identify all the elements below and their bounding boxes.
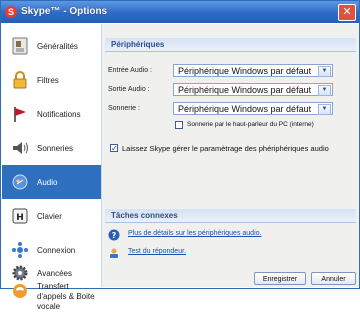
- sidebar-item-audio[interactable]: Audio: [2, 165, 101, 199]
- sidebar-item-label: Transfert d'appels & Boite vocale: [37, 282, 95, 311]
- flag-icon: [14, 107, 26, 122]
- general-settings-icon: [12, 37, 28, 55]
- sidebar-item-label: Connexion: [37, 246, 76, 255]
- auto-configure-checkbox[interactable]: ✓: [110, 144, 118, 153]
- audio-icon: [12, 174, 28, 190]
- sidebar-item-label: Notifications: [37, 110, 81, 119]
- audio-input-select[interactable]: Périphérique Windows par défaut ▼: [173, 64, 333, 77]
- options-window: S Skype™ - Options ✕ Généralités Filtres…: [0, 0, 360, 311]
- voicemail-test-link[interactable]: Test du répondeur.: [128, 248, 186, 255]
- chevron-down-icon[interactable]: ▼: [318, 85, 331, 96]
- keyboard-icon: H: [12, 208, 28, 224]
- audio-output-select[interactable]: Périphérique Windows par défaut ▼: [173, 83, 333, 96]
- sidebar-item-notifications[interactable]: Notifications: [2, 97, 101, 131]
- title-bar[interactable]: S Skype™ - Options ✕: [1, 1, 359, 23]
- sidebar-item-label: Sonneries: [37, 144, 74, 153]
- section-header-peripherals: Périphériques: [105, 38, 356, 52]
- close-button[interactable]: ✕: [338, 4, 356, 21]
- audio-input-label: Entrée Audio :: [108, 67, 152, 74]
- audio-settings-panel: Périphériques Entrée Audio : Périphériqu…: [102, 24, 359, 287]
- sidebar-item-general[interactable]: Généralités: [2, 29, 101, 63]
- sidebar-item-label: Généralités: [37, 42, 78, 51]
- svg-text:?: ?: [112, 231, 117, 240]
- sidebar-item-label: Audio: [37, 178, 58, 187]
- skype-logo-icon: S: [5, 6, 17, 18]
- speaker-icon: [13, 142, 28, 154]
- help-icon: ?: [108, 229, 120, 241]
- chevron-down-icon[interactable]: ▼: [318, 104, 331, 115]
- sidebar-item-sounds[interactable]: Sonneries: [2, 131, 101, 165]
- select-value: Périphérique Windows par défaut: [178, 104, 312, 114]
- audio-details-link[interactable]: Plus de détails sur les périphériques au…: [128, 230, 261, 237]
- window-title: Skype™ - Options: [21, 6, 108, 17]
- lock-icon: [13, 71, 27, 89]
- svg-text:H: H: [16, 213, 24, 223]
- sidebar-item-filters[interactable]: Filtres: [2, 63, 101, 97]
- sidebar-item-label: Filtres: [37, 76, 59, 85]
- save-button[interactable]: Enregistrer: [254, 272, 306, 285]
- ringtone-device-select[interactable]: Périphérique Windows par défaut ▼: [173, 102, 333, 115]
- pc-speaker-label: Sonnerie par le haut-parleur du PC (inte…: [187, 121, 314, 128]
- chevron-down-icon[interactable]: ▼: [318, 66, 331, 77]
- cancel-button[interactable]: Annuler: [311, 272, 356, 285]
- sidebar: Généralités Filtres Notifications Sonner…: [2, 24, 102, 311]
- auto-configure-label: Laissez Skype gérer le paramètrage des p…: [122, 144, 329, 153]
- section-header-related-tasks: Tâches connexes: [105, 209, 356, 223]
- select-value: Périphérique Windows par défaut: [178, 85, 312, 95]
- ringtone-device-label: Sonnerie :: [108, 105, 140, 112]
- call-transfer-icon: [13, 284, 27, 298]
- select-value: Périphérique Windows par défaut: [178, 66, 312, 76]
- pc-speaker-checkbox[interactable]: [175, 121, 183, 129]
- sidebar-item-call-transfer[interactable]: Transfert d'appels & Boite vocale: [2, 274, 101, 311]
- sidebar-item-label: Clavier: [37, 212, 62, 221]
- sidebar-item-keyboard[interactable]: H Clavier: [2, 199, 101, 233]
- audio-output-label: Sortie Audio :: [108, 86, 150, 93]
- voicemail-user-icon: [110, 248, 118, 258]
